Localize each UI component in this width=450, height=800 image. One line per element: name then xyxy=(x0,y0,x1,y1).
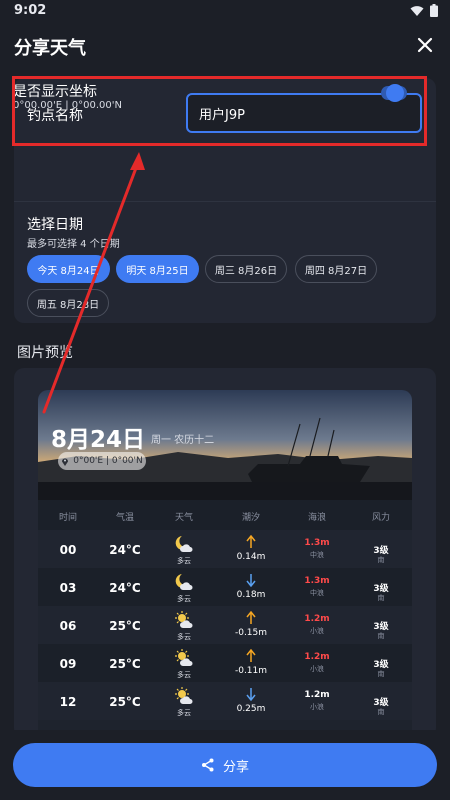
table-header: 时间 气温 天气 潮汐 海浪 风力 xyxy=(38,500,412,530)
temp-cell: 25°C xyxy=(109,695,141,709)
wave-height-cell: 1.3m xyxy=(304,576,330,586)
share-icon xyxy=(201,758,214,772)
wifi-icon xyxy=(410,5,424,16)
temp-cell: 24°C xyxy=(109,543,141,557)
column-header: 潮汐 xyxy=(241,513,260,523)
time-cell: 09 xyxy=(59,657,77,671)
wave-height-cell: 1.2m xyxy=(304,614,330,624)
moon-cloud-icon xyxy=(156,534,212,558)
date-chip[interactable]: 今天 8月24日 xyxy=(27,255,110,283)
date-chip[interactable]: 周五 8月28日 xyxy=(27,289,109,317)
tide-cell: -0.15m xyxy=(234,628,268,638)
temp-cell: 25°C xyxy=(109,657,141,671)
status-bar: 9:02 xyxy=(0,0,450,22)
table-row: 09 25°C 多云 -0.11m 1.2m 小浪 3级南 xyxy=(38,644,412,682)
page-title: 分享天气 xyxy=(14,38,86,59)
header: 分享天气 xyxy=(0,28,450,64)
divider xyxy=(14,201,436,202)
select-date-label: 选择日期 xyxy=(27,217,83,233)
close-icon xyxy=(417,37,433,53)
date-chip[interactable]: 周三 8月26日 xyxy=(205,255,287,283)
wind-dir-cell: 南 xyxy=(377,594,385,602)
preview-label: 图片预览 xyxy=(17,345,73,361)
show-coord-label: 是否显示坐标 xyxy=(13,84,97,100)
select-date-hint: 最多可选择 4 个日期 xyxy=(27,239,120,250)
table-row: 03 24°C 多云 0.18m 1.3m 中浪 3级南 xyxy=(38,568,412,606)
wind-dir-cell: 南 xyxy=(377,632,385,640)
moon-cloud-icon xyxy=(156,572,212,596)
wave-height-cell: 1.2m xyxy=(304,652,330,662)
arrow-up-icon xyxy=(223,534,279,553)
wind-dir-cell: 南 xyxy=(377,556,385,564)
wind-dir-cell: 南 xyxy=(377,670,385,678)
table-row: 06 25°C 多云 -0.15m 1.2m 小浪 3级南 xyxy=(38,606,412,644)
date-chip[interactable]: 周四 8月27日 xyxy=(295,255,377,283)
hero-coord-badge: 0°00'E | 0°00'N xyxy=(58,452,146,470)
arrow-up-icon xyxy=(223,610,279,629)
column-header: 风力 xyxy=(371,513,390,523)
preview-poster: 8月24日 周一 农历十二 0°00'E | 0°00'N 时间 气温 天气 潮… xyxy=(38,390,412,738)
weather-text: 多云 xyxy=(177,557,191,565)
close-button[interactable] xyxy=(414,34,436,56)
time-cell: 06 xyxy=(59,619,77,633)
wave-level-cell: 小浪 xyxy=(310,703,324,711)
tide-cell: -0.11m xyxy=(234,666,268,676)
hero-image: 8月24日 周一 农历十二 0°00'E | 0°00'N xyxy=(38,390,412,500)
weather-text: 多云 xyxy=(177,633,191,641)
arrow-up-icon xyxy=(223,648,279,667)
status-icons xyxy=(410,4,438,17)
weather-text: 多云 xyxy=(177,709,191,717)
time-cell: 12 xyxy=(59,695,77,709)
wave-level-cell: 中浪 xyxy=(310,589,324,597)
hero-coord-text: 0°00'E | 0°00'N xyxy=(73,456,143,466)
arrow-down-icon xyxy=(223,686,279,705)
column-header: 气温 xyxy=(115,513,134,523)
weather-text: 多云 xyxy=(177,595,191,603)
status-time: 9:02 xyxy=(14,3,47,18)
sun-cloud-icon xyxy=(156,610,212,634)
hero-lunar-date: 周一 农历十二 xyxy=(151,435,215,446)
wave-level-cell: 小浪 xyxy=(310,627,324,635)
temp-cell: 24°C xyxy=(109,581,141,595)
wave-height-cell: 1.2m xyxy=(304,690,330,700)
sun-cloud-icon xyxy=(156,648,212,672)
table-row: 12 25°C 多云 0.25m 1.2m 小浪 3级南 xyxy=(38,682,412,720)
toggle-knob[interactable] xyxy=(386,84,404,102)
wind-dir-cell: 南 xyxy=(377,708,385,716)
wave-level-cell: 中浪 xyxy=(310,551,324,559)
time-cell: 03 xyxy=(59,581,77,595)
preview-frame: 8月24日 周一 农历十二 0°00'E | 0°00'N 时间 气温 天气 潮… xyxy=(14,368,436,738)
share-button[interactable]: 分享 xyxy=(13,743,437,787)
column-header: 海浪 xyxy=(307,513,326,523)
temp-cell: 25°C xyxy=(109,619,141,633)
column-header: 时间 xyxy=(58,513,77,523)
tide-cell: 0.14m xyxy=(236,552,266,562)
tide-cell: 0.25m xyxy=(236,704,266,714)
weather-text: 多云 xyxy=(177,671,191,679)
date-chip[interactable]: 明天 8月25日 xyxy=(116,255,199,283)
time-cell: 00 xyxy=(59,543,77,557)
arrow-down-icon xyxy=(223,572,279,591)
column-header: 天气 xyxy=(174,513,193,523)
tide-cell: 0.18m xyxy=(236,590,266,600)
sun-cloud-icon xyxy=(156,686,212,710)
table-row: 00 24°C 多云 0.14m 1.3m 中浪 3级南 xyxy=(38,530,412,568)
location-pin-icon xyxy=(62,458,69,466)
battery-icon xyxy=(430,4,438,17)
wave-level-cell: 小浪 xyxy=(310,665,324,673)
wave-height-cell: 1.3m xyxy=(304,538,330,548)
hero-date: 8月24日 xyxy=(51,427,146,453)
coord-value: 0°00.00'E | 0°00.00'N xyxy=(13,100,123,111)
share-label: 分享 xyxy=(222,759,249,775)
